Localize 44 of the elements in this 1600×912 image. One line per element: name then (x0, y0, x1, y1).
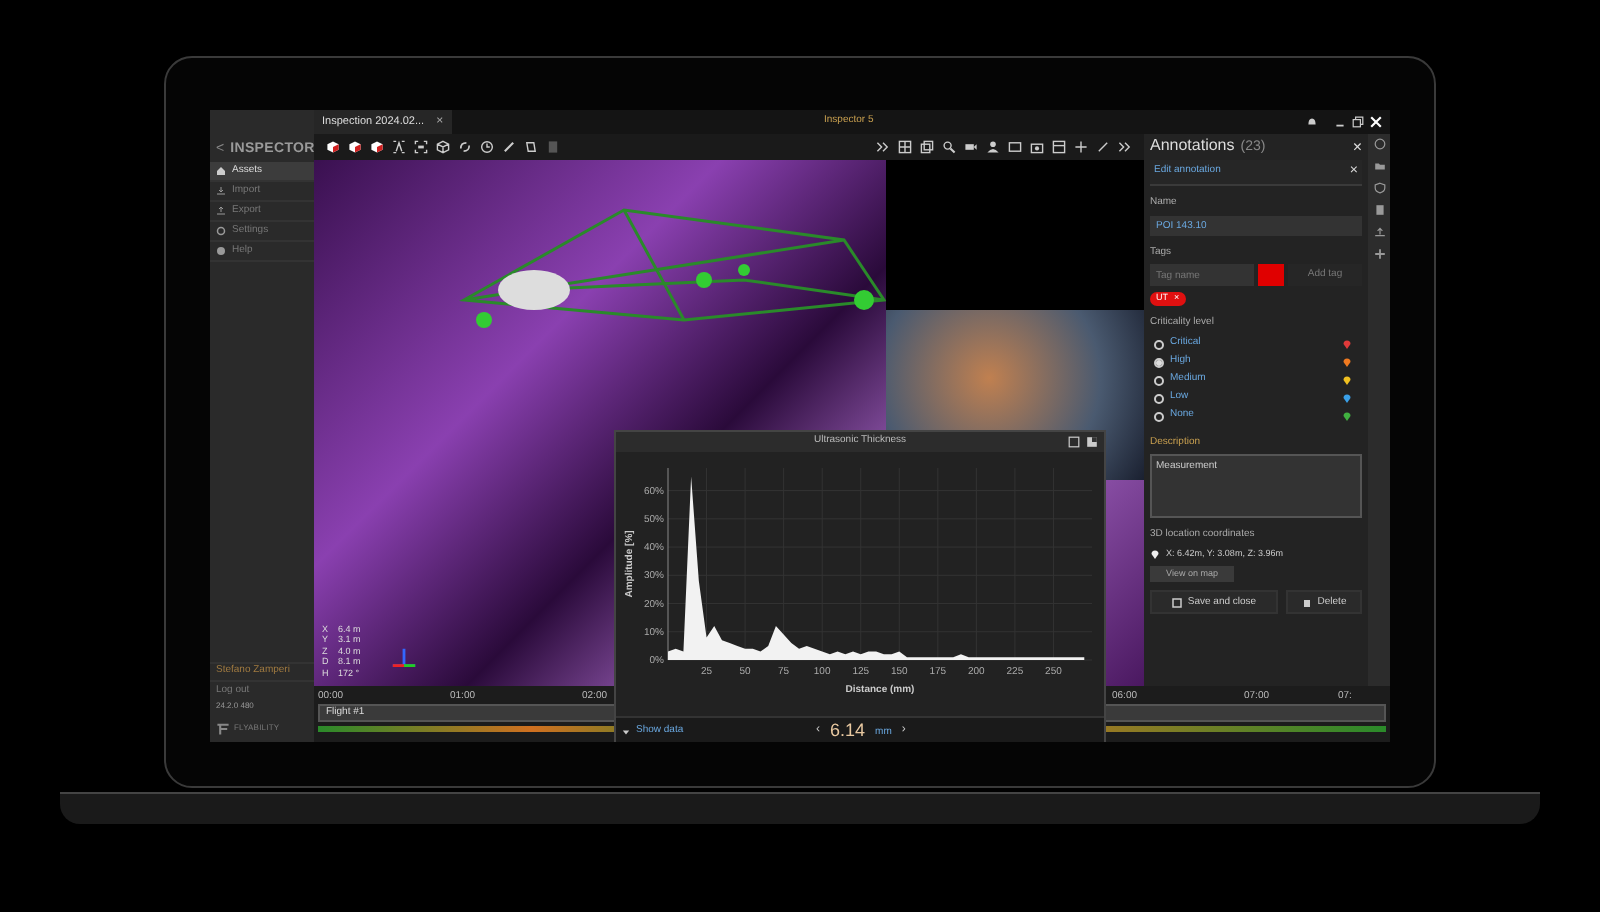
search-icon[interactable] (942, 140, 956, 154)
close-glyph[interactable]: × (1352, 135, 1362, 159)
close-icon[interactable] (1370, 116, 1382, 128)
radio-button[interactable] (1154, 375, 1164, 385)
layout-icon[interactable] (1052, 140, 1066, 154)
crosshair-icon[interactable] (1074, 140, 1088, 154)
caret-icon (622, 727, 630, 735)
cube-icon[interactable] (326, 140, 340, 154)
home-icon (216, 166, 226, 176)
cube-icon[interactable] (348, 140, 362, 154)
double-chevron-icon[interactable] (876, 140, 890, 154)
window-icon[interactable] (1068, 436, 1080, 448)
polygon-icon[interactable] (524, 140, 538, 154)
crosshair-icon[interactable] (1373, 248, 1385, 260)
radio-button[interactable] (1154, 357, 1164, 367)
radio-button[interactable] (1154, 393, 1164, 403)
radio-button[interactable] (1154, 411, 1164, 421)
panel-title: Annotations (1150, 134, 1235, 159)
restore-icon[interactable] (1352, 116, 1364, 128)
window-icon[interactable] (1008, 140, 1022, 154)
shield-icon[interactable] (1373, 182, 1385, 194)
document-icon[interactable] (1373, 204, 1385, 216)
frame-icon[interactable] (414, 140, 428, 154)
camera-icon[interactable] (1030, 140, 1044, 154)
bell-icon[interactable] (1306, 116, 1318, 128)
rotate-icon[interactable] (458, 140, 472, 154)
folder-icon[interactable] (1373, 160, 1385, 172)
location-pin-icon (1150, 547, 1160, 560)
tag-color-swatch[interactable] (1258, 264, 1284, 286)
double-chevron-icon[interactable] (1118, 140, 1132, 154)
windows-icon[interactable] (920, 140, 934, 154)
wireframe-cube-icon[interactable] (436, 140, 450, 154)
clock-icon[interactable] (480, 140, 494, 154)
text-frame-icon[interactable] (392, 140, 406, 154)
detach-icon[interactable] (1086, 436, 1098, 448)
person-icon[interactable] (986, 140, 1000, 154)
grid-icon[interactable] (898, 140, 912, 154)
radio-button[interactable] (1154, 339, 1164, 349)
cube-icon[interactable] (370, 140, 384, 154)
settings-icon (216, 226, 226, 236)
logo-icon (216, 721, 230, 735)
thickness-value: 6.14 (830, 717, 866, 742)
pencil-icon[interactable] (502, 140, 516, 154)
line-icon[interactable] (1096, 140, 1110, 154)
